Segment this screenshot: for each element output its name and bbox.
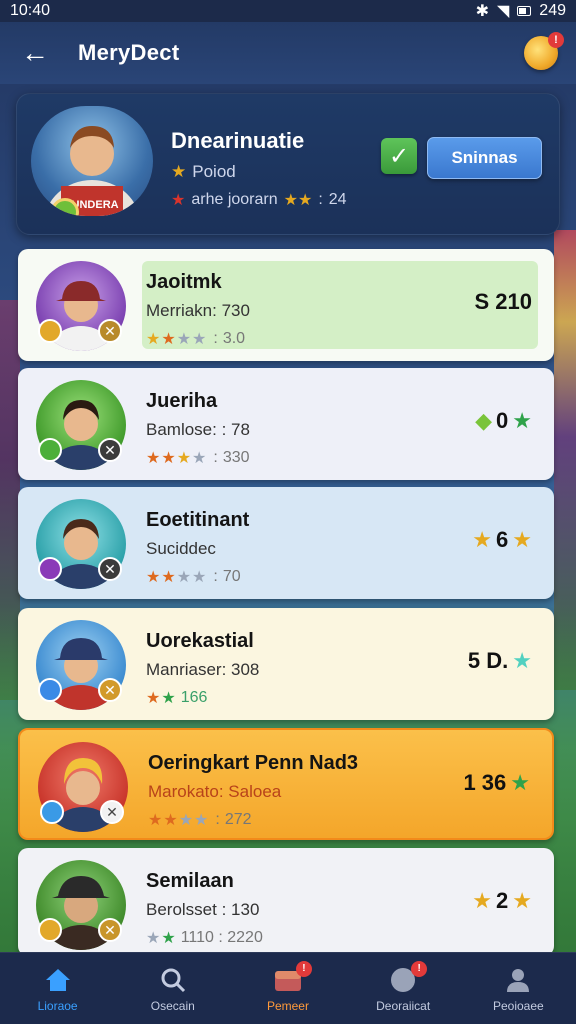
profile-rank: ★ arhe joorarn ★★ : 24 (171, 191, 347, 209)
player-score: S 210 (474, 289, 533, 314)
search-icon (158, 965, 188, 995)
nav-label: Osecain (150, 998, 195, 1013)
player-score: 5 D. ★ (467, 648, 532, 673)
crossed-tools-icon: ✕ (98, 678, 122, 702)
nav-profile[interactable]: Peoioaee (468, 965, 568, 1013)
bluetooth-icon: ✱ (475, 3, 489, 20)
player-name: Eoetitinant (146, 509, 250, 531)
player-score: ★ 6 ★ (472, 527, 532, 552)
player-score: ★ 2 ★ (472, 888, 532, 913)
arrow-left-icon: ← (21, 37, 49, 68)
player-subtitle: Berolsset : 130 (146, 900, 260, 919)
star-icon: ★ (512, 888, 532, 913)
star-icon: ★ (171, 162, 187, 181)
medal-icon (38, 918, 62, 942)
nav-home[interactable]: Lioraoe (8, 965, 108, 1013)
profile-name: Dnearinuatie (171, 128, 305, 153)
star-icon: ★ (512, 408, 532, 433)
check-button[interactable]: ✓ (381, 138, 417, 174)
player-subtitle: Manriaser: 308 (146, 660, 260, 679)
list-item[interactable]: ✕ Jaoitmk Merriakn: 730 ★ ★ ★ ★ :3.0 S 210 (18, 249, 554, 361)
crossed-tools-icon: ✕ (98, 438, 122, 462)
star-icon: ★★ (283, 192, 313, 209)
rating: ★ ★ ★ ★ :330 (146, 449, 250, 467)
nav-label: Peoioaee (492, 998, 544, 1013)
crossed-tools-icon: ✕ (98, 557, 122, 581)
rating: ★ ★ ★ ★ :272 (148, 811, 252, 829)
nav-label: Lioraoe (37, 998, 78, 1013)
rating: ★ ★ 166 (146, 689, 208, 707)
status-time: 10:40 (10, 2, 51, 19)
shield-icon (38, 678, 62, 702)
status-bar: 10:40 ✱ ◥ 249 (0, 0, 576, 22)
notification-badge: ! (548, 32, 564, 48)
player-subtitle: Suciddec (146, 539, 216, 558)
rating: ★ ★ 1110 : 2220 (146, 929, 263, 947)
star-icon: ★ (512, 648, 532, 673)
star-icon: ★ (472, 888, 493, 913)
player-subtitle: Bamlose: : 78 (146, 420, 250, 439)
checkmark-icon: ✓ (388, 142, 410, 170)
list-item[interactable]: ✕ Uorekastial Manriaser: 308 ★ ★ 166 5 D.… (18, 608, 554, 720)
gem-icon: ◆ (475, 408, 493, 433)
player-name: Uorekastial (146, 630, 254, 652)
player-score: ◆ 0 ★ (475, 408, 532, 433)
notification-badge: ! (411, 960, 428, 977)
nav-chat[interactable]: ! Deoraiicat (353, 960, 453, 1013)
nav-inbox[interactable]: ! Pemeer (238, 960, 338, 1013)
player-score: 1 36 ★ (463, 770, 530, 795)
player-name: Jaoitmk (146, 271, 222, 293)
rating: ★ ★ ★ ★ :3.0 (146, 330, 246, 348)
medal-icon (38, 319, 62, 343)
player-name: Semilaan (146, 870, 234, 892)
star-icon: ★ (472, 527, 493, 552)
list-item[interactable]: ✕ Semilaan Berolsset : 130 ★ ★ 1110 : 222… (18, 848, 554, 956)
rating: ★ ★ ★ ★ :70 (146, 568, 241, 586)
player-subtitle: Merriakn: 730 (146, 301, 250, 320)
coin-button[interactable]: ! (524, 32, 564, 70)
profile-avatar: JUNDERA (31, 106, 153, 216)
shield-icon (40, 800, 64, 824)
crossed-tools-icon: ✕ (98, 319, 122, 343)
wifi-icon: ◥ (496, 3, 510, 20)
nav-label: Pemeer (266, 998, 309, 1013)
profile-subtitle: ★ Poiod (171, 162, 236, 181)
star-icon: ★ (171, 192, 186, 209)
star-icon: ★ (510, 770, 530, 795)
battery-text: 249 (539, 2, 566, 19)
app-bar: ← MeryDect ! (0, 22, 576, 84)
profile-icon (503, 965, 533, 995)
crossed-tools-icon: ✕ (98, 918, 122, 942)
gem-icon (38, 557, 62, 581)
app-title: MeryDect (78, 40, 180, 65)
bottom-nav: Lioraoe Osecain ! Pemeer ! Deoraiicat Pe… (0, 952, 576, 1024)
nav-search[interactable]: Osecain (123, 965, 223, 1013)
player-name: Oeringkart Penn Nad3 (148, 752, 359, 774)
list-item[interactable]: ✕ Eoetitinant Suciddec ★ ★ ★ ★ :70 ★ 6 ★ (18, 487, 554, 599)
nav-label: Deoraiicat (376, 998, 431, 1013)
star-icon: ★ (512, 527, 532, 552)
notification-badge: ! (295, 960, 312, 977)
home-icon (43, 965, 73, 995)
player-name: Jueriha (146, 390, 218, 412)
profile-card: JUNDERA Dnearinuatie ★ Poiod ★ arhe joor… (16, 93, 560, 235)
back-button[interactable]: ← (18, 36, 52, 70)
leaf-icon (38, 438, 62, 462)
list-item[interactable]: ✕ Jueriha Bamlose: : 78 ★ ★ ★ ★ :330 ◆ 0 ★ (18, 368, 554, 480)
player-subtitle: Marokato: Saloea (148, 782, 282, 801)
action-button[interactable]: Sninnas (427, 137, 542, 179)
battery-icon (517, 6, 532, 16)
list-item[interactable]: ✕ Oeringkart Penn Nad3 Marokato: Saloea … (18, 728, 554, 840)
crossed-tools-icon: ✕ (100, 800, 124, 824)
